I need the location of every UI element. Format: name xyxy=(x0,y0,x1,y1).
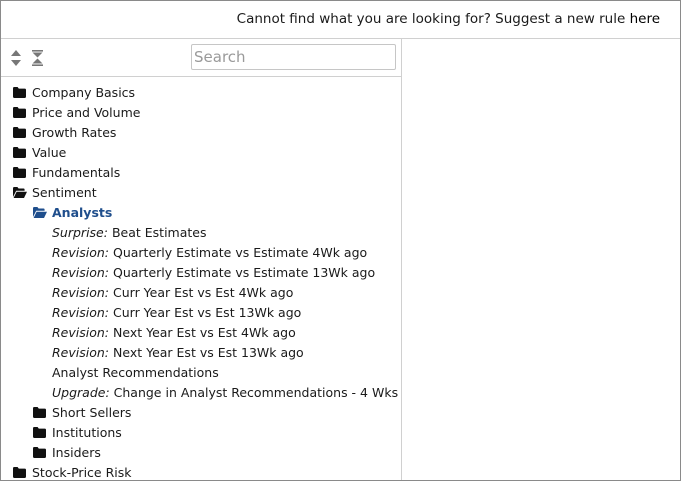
sort-up-down-icon[interactable] xyxy=(11,50,21,66)
rule-label: Curr Year Est vs Est 4Wk ago xyxy=(113,285,294,300)
tree-toolbar xyxy=(1,39,401,77)
tree-folder-growth-rates[interactable]: Growth Rates xyxy=(1,123,401,143)
tree-folder-insiders[interactable]: Insiders xyxy=(1,443,401,463)
tree-folder-fundamentals[interactable]: Fundamentals xyxy=(1,163,401,183)
rule-prefix: Revision: xyxy=(52,305,110,320)
rule-label: Beat Estimates xyxy=(111,225,207,240)
collapse-all-icon[interactable] xyxy=(32,50,43,66)
tree-folder-short-sellers[interactable]: Short Sellers xyxy=(1,403,401,423)
rule-item[interactable]: Revision: Curr Year Est vs Est 13Wk ago xyxy=(1,303,401,323)
tree-folder-stock-price-risk[interactable]: Stock-Price Risk xyxy=(1,463,401,480)
rule-detail-pane xyxy=(402,39,680,480)
rule-label: Next Year Est vs Est 4Wk ago xyxy=(113,325,296,340)
folder-open-icon xyxy=(13,187,27,198)
rule-item[interactable]: Surprise: Beat Estimates xyxy=(1,223,401,243)
tree-folder-institutions[interactable]: Institutions xyxy=(1,423,401,443)
folder-open-icon xyxy=(33,207,47,218)
tree-folder-analysts[interactable]: Analysts xyxy=(1,203,401,223)
top-bar: Cannot find what you are looking for? Su… xyxy=(1,1,680,39)
rule-prefix: Revision: xyxy=(52,325,110,340)
rules-tree-pane: Company Basics Price and Volume Growth R… xyxy=(1,39,402,480)
rules-tree: Company Basics Price and Volume Growth R… xyxy=(1,83,401,480)
rule-item[interactable]: Analyst Recommendations xyxy=(1,363,401,383)
rule-label: Change in Analyst Recommendations - 4 Wk… xyxy=(113,385,399,400)
folder-closed-icon xyxy=(13,107,26,118)
tree-folder-label: Short Sellers xyxy=(52,405,132,420)
suggest-rule-text: Cannot find what you are looking for? Su… xyxy=(237,11,660,27)
suggest-rule-link[interactable]: here xyxy=(630,11,660,27)
suggest-rule-prompt: Cannot find what you are looking for? Su… xyxy=(236,11,626,27)
rule-item[interactable]: Revision: Next Year Est vs Est 4Wk ago xyxy=(1,323,401,343)
folder-closed-icon xyxy=(13,87,26,98)
tree-folder-value[interactable]: Value xyxy=(1,143,401,163)
rule-prefix: Surprise: xyxy=(52,225,108,240)
tree-folder-label: Fundamentals xyxy=(32,165,121,180)
tree-folder-label: Price and Volume xyxy=(32,105,141,120)
tree-folder-label: Sentiment xyxy=(32,185,97,200)
rule-prefix: Revision: xyxy=(52,245,110,260)
rule-item[interactable]: Revision: Quarterly Estimate vs Estimate… xyxy=(1,263,401,283)
rule-prefix: Revision: xyxy=(52,265,110,280)
tree-folder-label: Insiders xyxy=(52,445,101,460)
tree-folder-label: Company Basics xyxy=(32,85,136,100)
tree-folder-label: Stock-Price Risk xyxy=(32,465,132,480)
folder-closed-icon xyxy=(13,147,26,158)
folder-closed-icon xyxy=(33,447,46,458)
rule-item[interactable]: Revision: Curr Year Est vs Est 4Wk ago xyxy=(1,283,401,303)
folder-closed-icon xyxy=(33,407,46,418)
tree-folder-label: Institutions xyxy=(52,425,122,440)
rule-label: Quarterly Estimate vs Estimate 4Wk ago xyxy=(113,245,368,260)
rule-label: Quarterly Estimate vs Estimate 13Wk ago xyxy=(113,265,376,280)
rule-item[interactable]: Revision: Quarterly Estimate vs Estimate… xyxy=(1,243,401,263)
screener-rules-panel: Cannot find what you are looking for? Su… xyxy=(0,0,681,481)
tree-folder-label: Growth Rates xyxy=(32,125,117,140)
folder-closed-icon xyxy=(13,467,26,478)
folder-closed-icon xyxy=(33,427,46,438)
rule-label: Next Year Est vs Est 13Wk ago xyxy=(113,345,304,360)
search-input[interactable] xyxy=(191,44,396,70)
folder-closed-icon xyxy=(13,167,26,178)
rule-prefix: Upgrade: xyxy=(52,385,110,400)
rule-item[interactable]: Upgrade: Change in Analyst Recommendatio… xyxy=(1,383,401,403)
rule-prefix: Revision: xyxy=(52,285,110,300)
rule-label: Analyst Recommendations xyxy=(52,365,219,380)
rule-label: Curr Year Est vs Est 13Wk ago xyxy=(113,305,302,320)
rule-item[interactable]: Revision: Next Year Est vs Est 13Wk ago xyxy=(1,343,401,363)
tree-folder-price-and-volume[interactable]: Price and Volume xyxy=(1,103,401,123)
tree-folder-label: Analysts xyxy=(52,205,113,220)
folder-closed-icon xyxy=(13,127,26,138)
tree-folder-label: Value xyxy=(32,145,67,160)
tree-folder-sentiment[interactable]: Sentiment xyxy=(1,183,401,203)
tree-folder-company-basics[interactable]: Company Basics xyxy=(1,83,401,103)
rule-prefix: Revision: xyxy=(52,345,110,360)
